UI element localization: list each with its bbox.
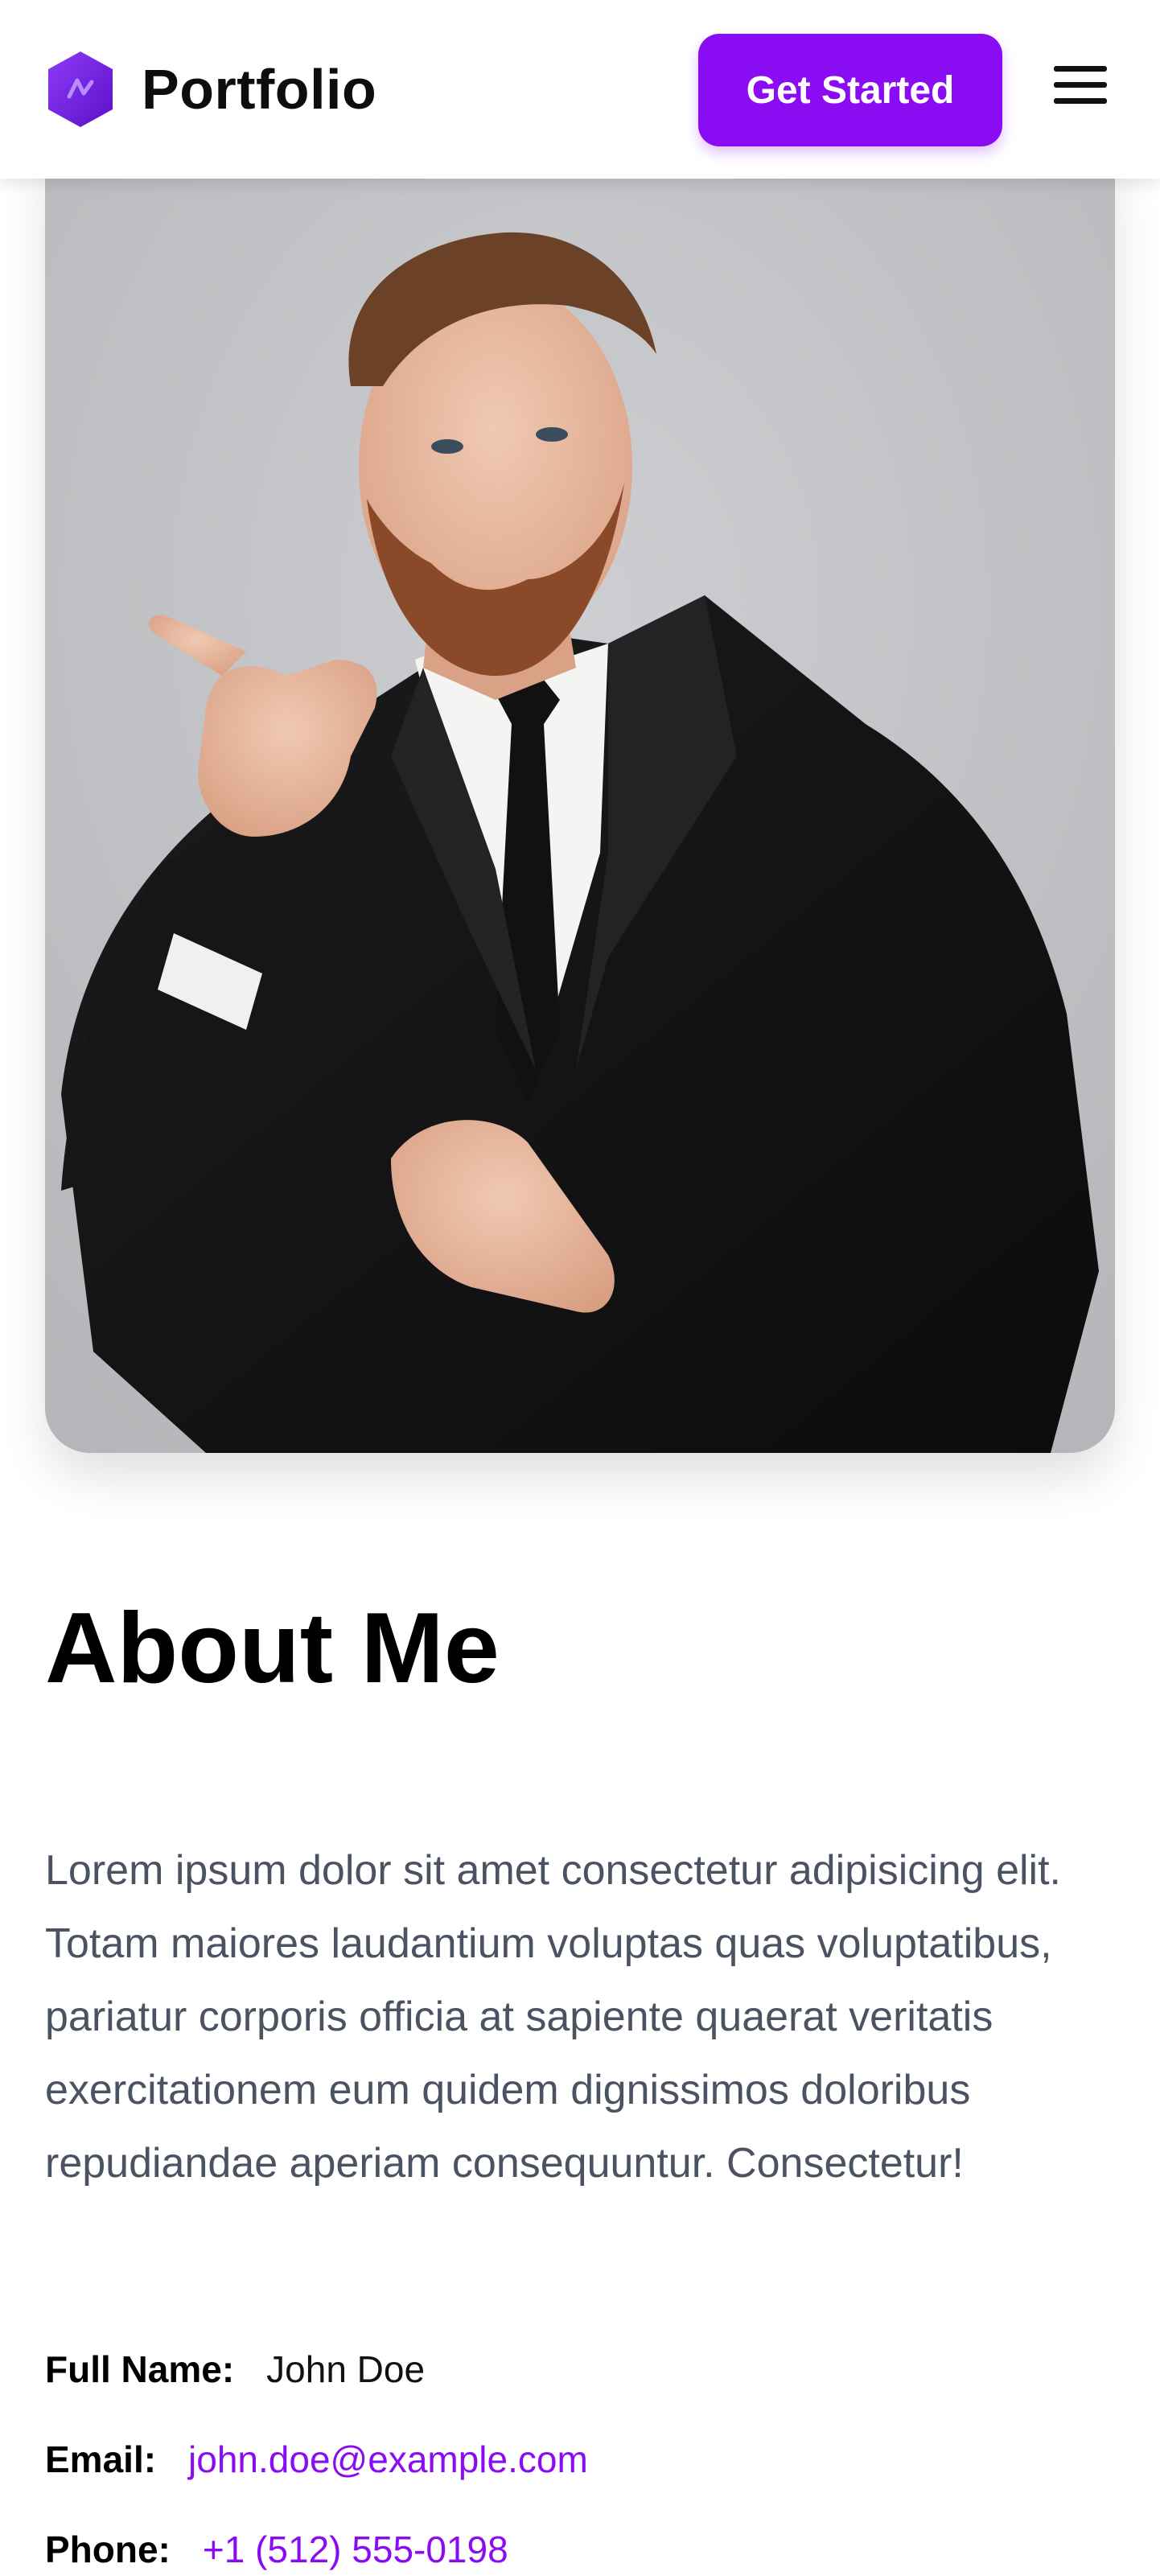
hamburger-menu-icon[interactable] [1054,66,1107,105]
brand-name: Portfolio [142,58,377,121]
phone-link[interactable]: +1 (512) 555-0198 [203,2528,508,2571]
detail-phone: Phone: +1 (512) 555-0198 [45,2528,508,2571]
hexagon-logo-icon [48,51,113,127]
about-title: About Me [45,1593,500,1704]
about-paragraph: Lorem ipsum dolor sit amet consectetur a… [45,1847,1062,2187]
site-header: Portfolio Get Started [0,0,1160,179]
get-started-button[interactable]: Get Started [698,34,1002,146]
email-label: Email: [45,2438,157,2480]
brand-logo[interactable]: Portfolio [45,50,376,129]
full-name-value: John Doe [266,2348,426,2390]
detail-full-name: Full Name: John Doe [45,2348,425,2391]
portrait-photo [45,145,1115,1453]
full-name-label: Full Name: [45,2348,235,2390]
email-link[interactable]: john.doe@example.com [188,2438,588,2481]
detail-email: Email: john.doe@example.com [45,2438,588,2481]
phone-label: Phone: [45,2529,171,2570]
